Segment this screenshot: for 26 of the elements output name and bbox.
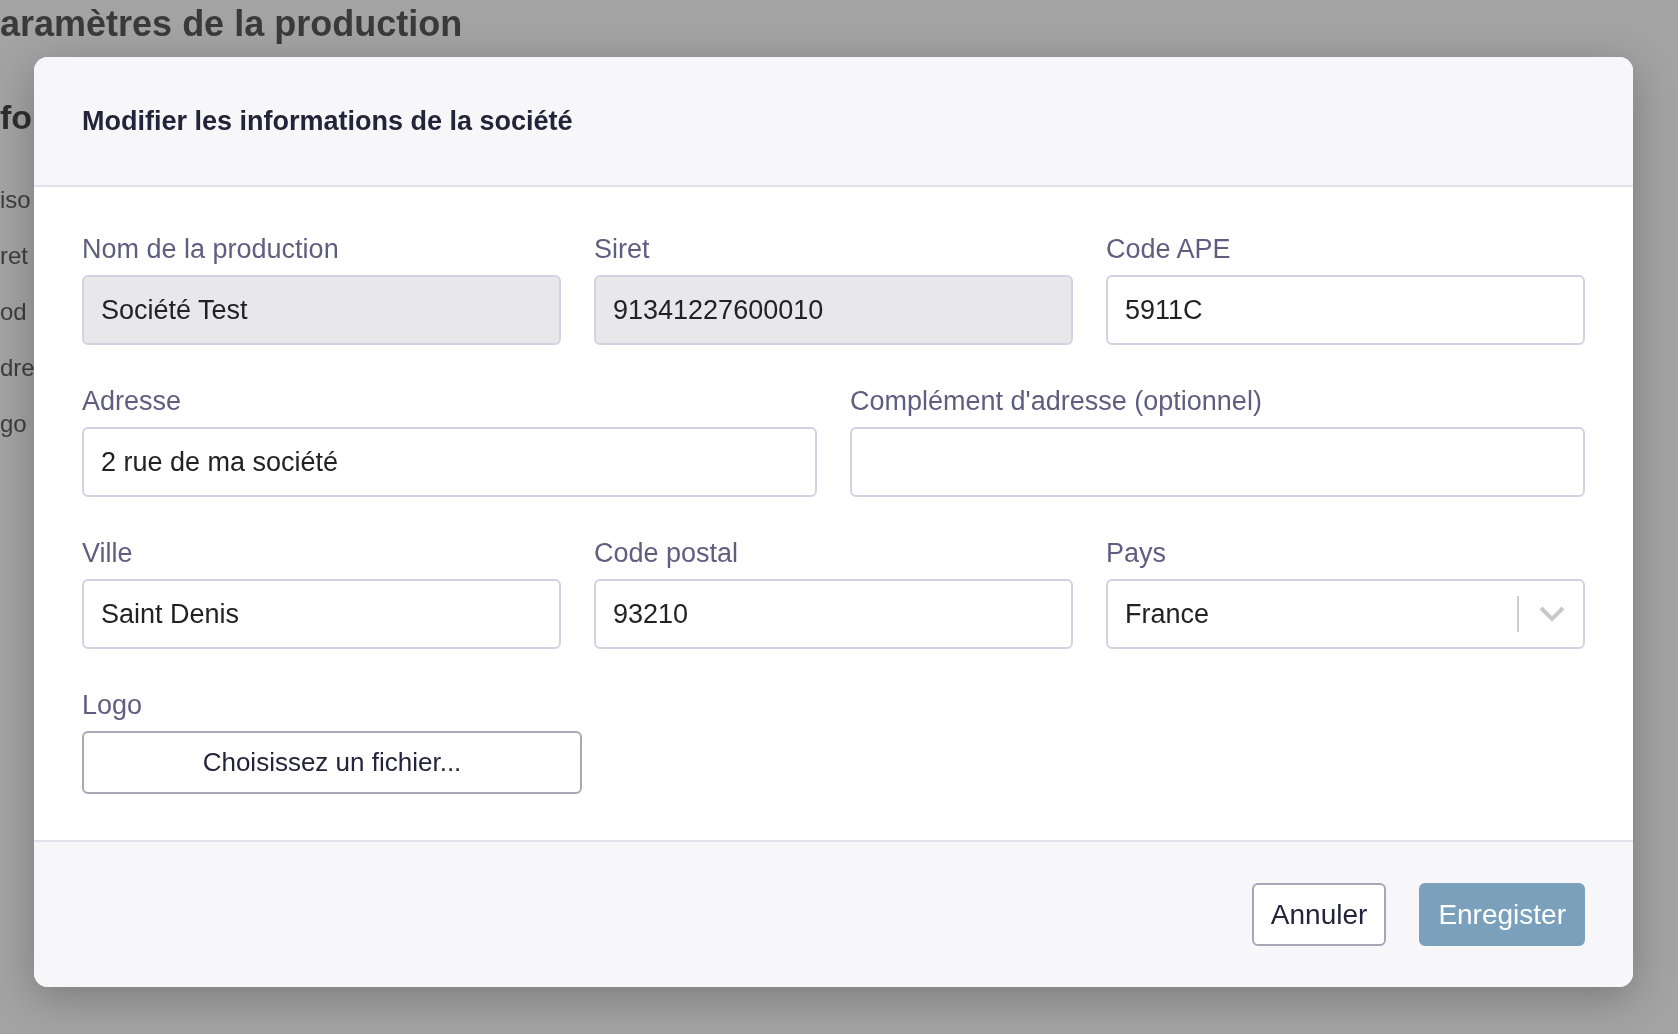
file-picker-button[interactable]: Choisissez un fichier... [82,731,582,794]
field-label: Code APE [1106,233,1231,265]
input-field[interactable]: 93210 [594,579,1073,649]
field-label: Code postal [594,537,739,569]
field-label: Ville [82,537,133,569]
input-field[interactable]: 5911C [1106,275,1585,345]
chevron-down-icon [1539,606,1565,622]
country-select[interactable]: France [1106,579,1585,649]
field-label: od [0,297,27,327]
field-label: Pays [1106,537,1167,569]
input-field[interactable] [850,427,1585,497]
cancel-button[interactable]: Annuler [1251,883,1387,946]
field-label: Nom de la production [82,233,339,265]
input-field[interactable]: Saint Denis [82,579,561,649]
field-label: dre [0,353,35,383]
field-label: Siret [594,233,650,265]
input-field[interactable]: 2 rue de ma société [82,427,817,497]
field-label: ret [0,241,28,271]
field-label: iso [0,185,31,215]
field-label: Complément d'adresse (optionnel) [850,385,1262,417]
field-label: go [0,409,27,439]
field-label: Adresse [82,385,182,417]
section-title: fo [0,100,33,134]
dialog-title: Modifier les informations de la société [82,105,573,137]
page-title: aramètres de la production [0,6,463,42]
field-label: Logo [82,689,143,721]
